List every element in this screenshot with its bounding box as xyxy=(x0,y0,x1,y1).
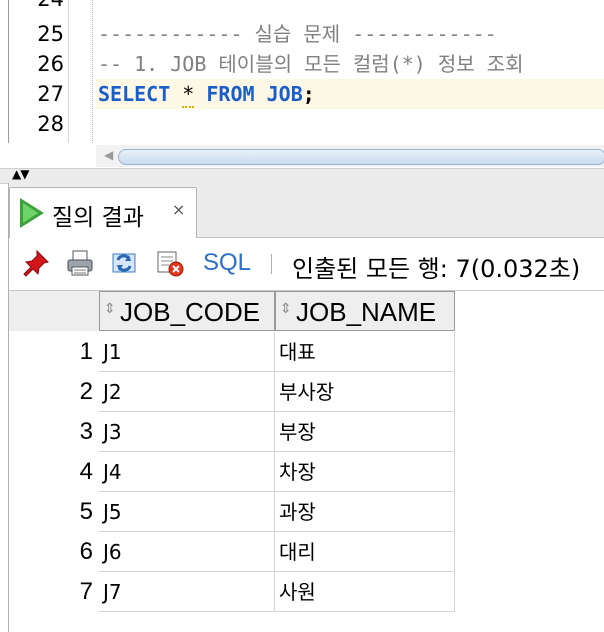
job-name-cell[interactable]: 차장 xyxy=(275,452,455,492)
column-header-job-name[interactable]: ⇕ JOB_NAME xyxy=(275,291,455,331)
comment-text: -- 1. JOB 테이블의 모든 컬럼(*) 정보 조회 xyxy=(98,52,524,76)
line-number: 26 xyxy=(37,52,64,76)
tab-label: 질의 결과 xyxy=(52,205,144,231)
line-number: 24 xyxy=(0,0,64,14)
scroll-left-icon[interactable]: ◀ xyxy=(104,148,113,162)
fetch-status-text: 인출된 모든 행: 7(0.032초) xyxy=(292,255,581,283)
column-header-label: JOB_NAME xyxy=(296,297,437,327)
sort-icon[interactable]: ⇕ xyxy=(280,301,292,317)
job-name-cell[interactable]: 과장 xyxy=(275,492,455,532)
job-code-cell[interactable]: J5 xyxy=(99,492,275,532)
export-icon[interactable] xyxy=(155,248,185,278)
sql-button[interactable]: SQL xyxy=(203,249,251,277)
sql-editor[interactable]: 24 25 ------------ 실습 문제 ------------ 26… xyxy=(0,0,604,143)
row-number: 5 xyxy=(9,492,93,532)
panel-splitter[interactable]: ▲▼ xyxy=(0,167,604,184)
scrollbar-thumb[interactable] xyxy=(118,149,604,165)
table-name: JOB xyxy=(266,82,303,106)
job-code-cell[interactable]: J6 xyxy=(99,532,275,572)
row-number-header xyxy=(9,291,99,331)
row-number: 4 xyxy=(9,452,93,492)
line-number: 25 xyxy=(37,22,64,46)
job-code-cell[interactable]: J7 xyxy=(99,572,275,612)
splitter-arrows-icon[interactable]: ▲▼ xyxy=(12,167,29,181)
row-number: 1 xyxy=(9,332,93,372)
semicolon: ; xyxy=(302,82,315,106)
select-statement: SELECT * FROM JOB; xyxy=(98,79,315,109)
line-number: 27 xyxy=(37,82,64,106)
pin-icon[interactable] xyxy=(21,248,51,278)
sort-icon[interactable]: ⇕ xyxy=(104,301,116,317)
job-name-cell[interactable]: 부사장 xyxy=(275,372,455,412)
row-number: 6 xyxy=(9,532,93,572)
print-icon[interactable] xyxy=(65,248,95,278)
job-name-cell[interactable]: 대표 xyxy=(275,332,455,372)
code-line-24: 24 xyxy=(0,0,604,14)
keyword-select: SELECT xyxy=(98,82,171,106)
job-code-cell[interactable]: J3 xyxy=(99,412,275,452)
code-line-25: 25 ------------ 실습 문제 ------------ xyxy=(0,19,604,49)
code-line-26: 26 -- 1. JOB 테이블의 모든 컬럼(*) 정보 조회 xyxy=(0,49,604,79)
run-icon xyxy=(20,198,44,228)
keyword-from: FROM xyxy=(206,82,255,106)
refresh-icon[interactable] xyxy=(109,248,139,278)
comment-text: ------------ 실습 문제 ------------ xyxy=(98,22,497,46)
column-header-job-code[interactable]: ⇕ JOB_CODE xyxy=(99,291,275,331)
job-name-cell[interactable]: 부장 xyxy=(275,412,455,452)
row-number: 7 xyxy=(9,572,93,612)
current-line-highlight[interactable]: SELECT * FROM JOB; xyxy=(96,79,604,109)
row-number: 3 xyxy=(9,412,93,452)
close-icon[interactable]: × xyxy=(172,200,185,219)
horizontal-scrollbar[interactable]: ◀ xyxy=(96,145,604,167)
job-name-cell[interactable]: 사원 xyxy=(275,572,455,612)
result-toolbar: SQL 인출된 모든 행: 7(0.032초) xyxy=(9,238,604,291)
code-line-28: 28 xyxy=(0,109,604,139)
line-number: 28 xyxy=(37,112,64,136)
result-tab-bar: 질의 결과 × xyxy=(9,183,604,238)
toolbar-separator xyxy=(271,254,272,274)
star-operator: * xyxy=(182,82,195,108)
query-result-panel: 질의 결과 × SQL 인출된 모든 행: 7(0.032초) ⇕ JOB_CO… xyxy=(8,183,604,632)
tab-query-result[interactable]: 질의 결과 × xyxy=(9,187,197,238)
job-code-cell[interactable]: J1 xyxy=(99,332,275,372)
job-name-cell[interactable]: 대리 xyxy=(275,532,455,572)
grid-header-row: ⇕ JOB_CODE ⇕ JOB_NAME xyxy=(9,291,455,331)
job-code-cell[interactable]: J4 xyxy=(99,452,275,492)
row-number: 2 xyxy=(9,372,93,412)
job-code-cell[interactable]: J2 xyxy=(99,372,275,412)
column-header-label: JOB_CODE xyxy=(120,297,261,327)
